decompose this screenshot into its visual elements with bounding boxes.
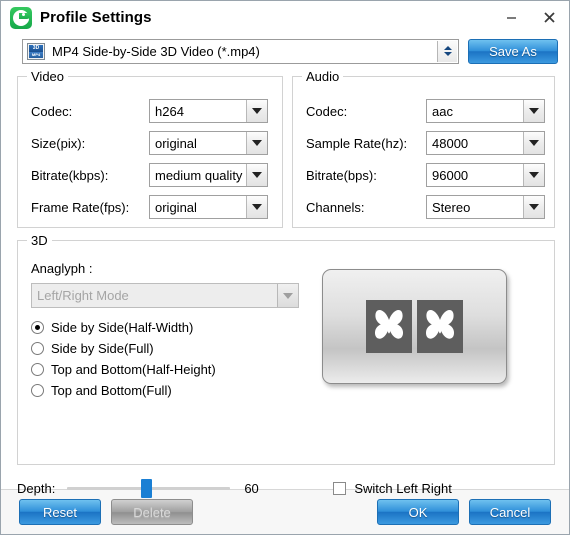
video-framerate-select[interactable]: original (149, 195, 268, 219)
audio-bitrate-value: 96000 (432, 167, 469, 183)
file-icon-top-text: 3D (29, 44, 43, 52)
audio-codec-label: Codec: (306, 103, 348, 119)
radio-indicator[interactable] (31, 363, 44, 376)
window-controls (499, 1, 561, 34)
audio-samplerate-value: 48000 (432, 135, 469, 151)
radio-label: Top and Bottom(Full) (51, 383, 172, 398)
video-size-select[interactable]: original (149, 131, 268, 155)
depth-slider-handle[interactable] (140, 479, 152, 498)
chevron-down-icon[interactable] (523, 132, 544, 154)
checkbox-indicator[interactable] (333, 481, 347, 495)
anaglyph-label: Anaglyph : (31, 261, 93, 276)
settings-body: Video Codec: h264 Size(pix): original Bi… (1, 68, 569, 498)
radio-label: Side by Side(Half-Width) (51, 320, 194, 335)
chevron-down-icon[interactable] (246, 164, 267, 186)
side-by-side-butterfly-preview (322, 269, 507, 384)
profile-format-value: MP4 Side-by-Side 3D Video (*.mp4) (52, 43, 260, 59)
preview-pane-left (366, 300, 412, 353)
video-group-legend: Video (27, 69, 69, 84)
depth-value: 60 (244, 480, 259, 496)
close-icon[interactable] (537, 7, 561, 29)
video-codec-select[interactable]: h264 (149, 99, 268, 123)
format-row: 3D MP4 MP4 Side-by-Side 3D Video (*.mp4)… (1, 34, 569, 68)
profile-format-select[interactable]: 3D MP4 MP4 Side-by-Side 3D Video (*.mp4) (22, 38, 459, 64)
window-title: Profile Settings (40, 9, 152, 26)
switch-left-right-checkbox[interactable]: Switch Left Right (333, 481, 452, 496)
audio-channels-row: Channels: (306, 195, 365, 219)
audio-codec-row: Codec: (306, 99, 347, 123)
audio-group: Audio Codec: aac Sample Rate(hz): 48000 … (292, 69, 555, 228)
audio-codec-value: aac (432, 103, 453, 119)
radio-indicator[interactable] (31, 384, 44, 397)
audio-bitrate-row: Bitrate(bps): (306, 163, 377, 187)
video-bitrate-label: Bitrate(kbps): (31, 167, 109, 183)
chevron-down-icon[interactable] (246, 132, 267, 154)
butterfly-icon (425, 309, 455, 339)
anaglyph-mode-select[interactable]: Left/Right Mode (31, 283, 299, 308)
audio-channels-value: Stereo (432, 199, 471, 215)
preview-pane-right (417, 300, 463, 353)
radio-top-and-bottom-half-height[interactable]: Top and Bottom(Half-Height) (31, 359, 216, 380)
chevron-down-icon[interactable] (523, 164, 544, 186)
chevron-down-icon[interactable] (523, 196, 544, 218)
audio-codec-select[interactable]: aac (426, 99, 545, 123)
minimize-icon[interactable] (499, 7, 523, 29)
radio-indicator[interactable] (31, 321, 44, 334)
video-size-label: Size(pix): (31, 135, 86, 151)
audio-group-legend: Audio (302, 69, 344, 84)
file-icon-bottom-text: MP4 (29, 51, 43, 58)
chevron-down-icon (277, 284, 298, 307)
butterfly-icon (374, 309, 404, 339)
depth-row: Depth: 60 Switch Left Right (17, 473, 555, 503)
video-bitrate-row: Bitrate(kbps): (31, 163, 108, 187)
chevron-down-icon[interactable] (523, 100, 544, 122)
up-down-spinner-icon[interactable] (437, 40, 457, 62)
audio-bitrate-label: Bitrate(bps): (306, 167, 377, 183)
video-codec-label: Codec: (31, 103, 73, 119)
profile-settings-window: Profile Settings 3D MP4 MP4 Side-by-Side… (0, 0, 570, 535)
save-as-button[interactable]: Save As (468, 38, 558, 64)
radio-indicator[interactable] (31, 342, 44, 355)
switch-left-right-label: Switch Left Right (354, 480, 452, 496)
audio-samplerate-row: Sample Rate(hz): (306, 131, 407, 155)
video-codec-row: Codec: (31, 99, 72, 123)
radio-label: Side by Side(Full) (51, 341, 154, 356)
depth-label: Depth: (17, 480, 56, 496)
chevron-down-icon[interactable] (246, 100, 267, 122)
radio-top-and-bottom-full[interactable]: Top and Bottom(Full) (31, 380, 216, 401)
video-framerate-value: original (155, 199, 197, 215)
audio-samplerate-label: Sample Rate(hz): (306, 135, 408, 151)
chevron-down-icon[interactable] (246, 196, 267, 218)
video-codec-value: h264 (155, 103, 184, 119)
radio-label: Top and Bottom(Half-Height) (51, 362, 216, 377)
video-size-value: original (155, 135, 197, 151)
audio-channels-label: Channels: (306, 199, 365, 215)
app-logo-icon (10, 6, 32, 29)
audio-samplerate-select[interactable]: 48000 (426, 131, 545, 155)
three-d-group: 3D Anaglyph : Left/Right Mode Side by Si… (17, 233, 555, 465)
radio-side-by-side-full[interactable]: Side by Side(Full) (31, 338, 216, 359)
depth-slider[interactable] (67, 479, 231, 498)
audio-channels-select[interactable]: Stereo (426, 195, 545, 219)
three-d-mode-radio-group: Side by Side(Half-Width) Side by Side(Fu… (31, 317, 216, 401)
video-framerate-label: Frame Rate(fps): (31, 199, 130, 215)
radio-side-by-side-half-width[interactable]: Side by Side(Half-Width) (31, 317, 216, 338)
mp4-3d-file-icon: 3D MP4 (27, 42, 45, 60)
anaglyph-mode-value: Left/Right Mode (37, 288, 129, 303)
video-bitrate-select[interactable]: medium quality (149, 163, 268, 187)
audio-bitrate-select[interactable]: 96000 (426, 163, 545, 187)
title-bar: Profile Settings (1, 1, 569, 34)
video-bitrate-value: medium quality (155, 167, 243, 183)
three-d-group-legend: 3D (27, 233, 52, 248)
video-framerate-row: Frame Rate(fps): (31, 195, 129, 219)
video-size-row: Size(pix): (31, 131, 85, 155)
video-group: Video Codec: h264 Size(pix): original Bi… (17, 69, 283, 228)
